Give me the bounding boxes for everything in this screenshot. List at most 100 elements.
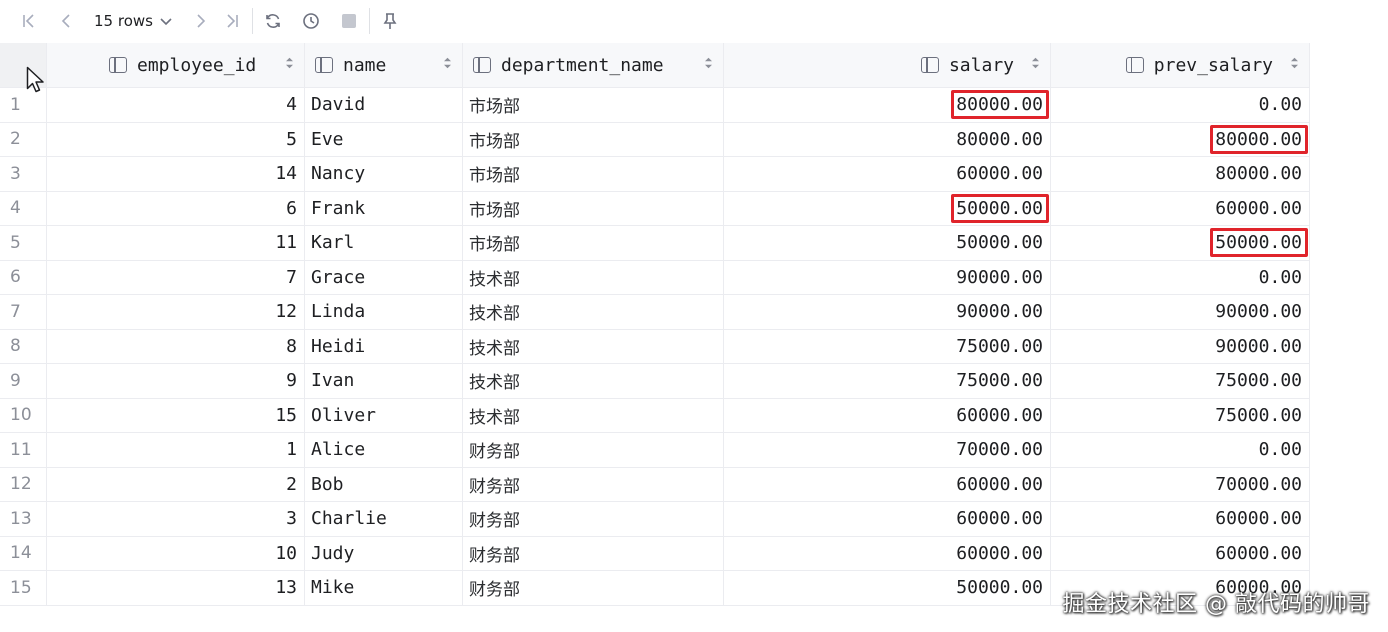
sort-icon[interactable]: [285, 56, 294, 74]
sort-icon[interactable]: [1290, 56, 1299, 74]
table-row[interactable]: 2 5 Eve 市场部 80000.00 80000.00: [0, 122, 1310, 157]
cell-employee-id[interactable]: 15: [47, 398, 305, 432]
page-size-dropdown[interactable]: 15 rows: [86, 7, 181, 35]
cell-salary[interactable]: 80000.00: [724, 88, 1051, 122]
cell-prev-salary[interactable]: 75000.00: [1051, 364, 1310, 398]
cell-prev-salary[interactable]: 0.00: [1051, 88, 1310, 122]
cell-name[interactable]: Heidi: [305, 329, 463, 363]
history-icon[interactable]: [298, 8, 324, 34]
cell-prev-salary[interactable]: 70000.00: [1051, 467, 1310, 501]
cell-salary[interactable]: 60000.00: [724, 398, 1051, 432]
cell-salary[interactable]: 80000.00: [724, 122, 1051, 156]
row-number[interactable]: 8: [0, 329, 47, 363]
cell-salary[interactable]: 75000.00: [724, 329, 1051, 363]
row-number[interactable]: 3: [0, 157, 47, 191]
cell-prev-salary[interactable]: 80000.00: [1051, 157, 1310, 191]
cell-department-name[interactable]: 技术部: [463, 398, 724, 432]
table-row[interactable]: 10 15 Oliver 技术部 60000.00 75000.00: [0, 398, 1310, 433]
row-number[interactable]: 9: [0, 364, 47, 398]
table-row[interactable]: 13 3 Charlie 财务部 60000.00 60000.00: [0, 502, 1310, 537]
cell-employee-id[interactable]: 7: [47, 260, 305, 294]
cell-employee-id[interactable]: 3: [47, 502, 305, 536]
column-header-prev-salary[interactable]: prev_salary: [1051, 43, 1310, 87]
cell-prev-salary[interactable]: 60000.00: [1051, 191, 1310, 225]
row-number[interactable]: 7: [0, 295, 47, 329]
next-page-icon[interactable]: [187, 8, 213, 34]
cell-salary[interactable]: 60000.00: [724, 467, 1051, 501]
stop-icon[interactable]: [336, 8, 362, 34]
cell-department-name[interactable]: 财务部: [463, 433, 724, 467]
row-number[interactable]: 12: [0, 467, 47, 501]
cell-salary[interactable]: 90000.00: [724, 295, 1051, 329]
cell-salary[interactable]: 60000.00: [724, 536, 1051, 570]
table-row[interactable]: 9 9 Ivan 技术部 75000.00 75000.00: [0, 364, 1310, 399]
column-header-employee-id[interactable]: employee_id: [47, 43, 305, 87]
table-row[interactable]: 5 11 Karl 市场部 50000.00 50000.00: [0, 226, 1310, 261]
table-row[interactable]: 7 12 Linda 技术部 90000.00 90000.00: [0, 295, 1310, 330]
cell-prev-salary[interactable]: 75000.00: [1051, 398, 1310, 432]
first-page-icon[interactable]: [16, 8, 42, 34]
cell-employee-id[interactable]: 2: [47, 467, 305, 501]
cell-prev-salary[interactable]: 0.00: [1051, 260, 1310, 294]
cell-employee-id[interactable]: 11: [47, 226, 305, 260]
cell-salary[interactable]: 70000.00: [724, 433, 1051, 467]
column-header-salary[interactable]: salary: [724, 43, 1051, 87]
cell-prev-salary[interactable]: 60000.00: [1051, 502, 1310, 536]
cell-department-name[interactable]: 技术部: [463, 295, 724, 329]
cell-department-name[interactable]: 市场部: [463, 122, 724, 156]
row-number[interactable]: 14: [0, 536, 47, 570]
cell-department-name[interactable]: 市场部: [463, 226, 724, 260]
table-row[interactable]: 11 1 Alice 财务部 70000.00 0.00: [0, 433, 1310, 468]
cell-name[interactable]: Eve: [305, 122, 463, 156]
table-row[interactable]: 8 8 Heidi 技术部 75000.00 90000.00: [0, 329, 1310, 364]
cell-department-name[interactable]: 财务部: [463, 502, 724, 536]
cell-department-name[interactable]: 市场部: [463, 88, 724, 122]
cell-prev-salary[interactable]: 60000.00: [1051, 536, 1310, 570]
cell-name[interactable]: Alice: [305, 433, 463, 467]
table-row[interactable]: 1 4 David 市场部 80000.00 0.00: [0, 88, 1310, 123]
row-number[interactable]: 4: [0, 191, 47, 225]
cell-employee-id[interactable]: 12: [47, 295, 305, 329]
cell-employee-id[interactable]: 5: [47, 122, 305, 156]
last-page-icon[interactable]: [219, 8, 245, 34]
cell-salary[interactable]: 60000.00: [724, 157, 1051, 191]
cell-name[interactable]: Charlie: [305, 502, 463, 536]
table-row[interactable]: 12 2 Bob 财务部 60000.00 70000.00: [0, 467, 1310, 502]
cell-prev-salary[interactable]: 90000.00: [1051, 295, 1310, 329]
cell-employee-id[interactable]: 14: [47, 157, 305, 191]
sort-icon[interactable]: [1031, 56, 1040, 74]
cell-prev-salary[interactable]: 80000.00: [1051, 122, 1310, 156]
cell-name[interactable]: Linda: [305, 295, 463, 329]
cell-department-name[interactable]: 技术部: [463, 364, 724, 398]
cell-department-name[interactable]: 财务部: [463, 467, 724, 501]
cell-employee-id[interactable]: 1: [47, 433, 305, 467]
cell-name[interactable]: Mike: [305, 571, 463, 605]
refresh-icon[interactable]: [260, 8, 286, 34]
table-row[interactable]: 6 7 Grace 技术部 90000.00 0.00: [0, 260, 1310, 295]
row-number[interactable]: 11: [0, 433, 47, 467]
cell-employee-id[interactable]: 6: [47, 191, 305, 225]
row-number[interactable]: 2: [0, 122, 47, 156]
cell-name[interactable]: Frank: [305, 191, 463, 225]
cell-employee-id[interactable]: 9: [47, 364, 305, 398]
cell-name[interactable]: David: [305, 88, 463, 122]
cell-prev-salary[interactable]: 0.00: [1051, 433, 1310, 467]
cell-salary[interactable]: 50000.00: [724, 226, 1051, 260]
cell-employee-id[interactable]: 10: [47, 536, 305, 570]
cell-prev-salary[interactable]: 90000.00: [1051, 329, 1310, 363]
cell-name[interactable]: Oliver: [305, 398, 463, 432]
cell-name[interactable]: Judy: [305, 536, 463, 570]
row-number[interactable]: 10: [0, 398, 47, 432]
cell-department-name[interactable]: 财务部: [463, 536, 724, 570]
cell-department-name[interactable]: 技术部: [463, 329, 724, 363]
cell-department-name[interactable]: 市场部: [463, 191, 724, 225]
row-number[interactable]: 6: [0, 260, 47, 294]
row-number[interactable]: 13: [0, 502, 47, 536]
cell-department-name[interactable]: 技术部: [463, 260, 724, 294]
cell-salary[interactable]: 75000.00: [724, 364, 1051, 398]
table-row[interactable]: 14 10 Judy 财务部 60000.00 60000.00: [0, 536, 1310, 571]
cell-name[interactable]: Bob: [305, 467, 463, 501]
cell-salary[interactable]: 50000.00: [724, 571, 1051, 605]
row-number[interactable]: 15: [0, 571, 47, 605]
cell-salary[interactable]: 50000.00: [724, 191, 1051, 225]
